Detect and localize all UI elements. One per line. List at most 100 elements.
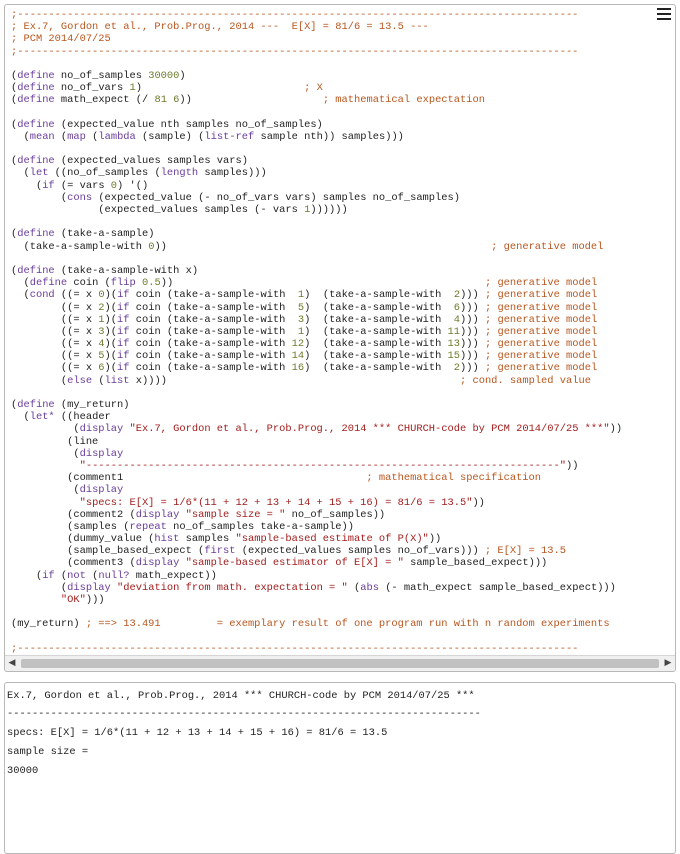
code-token: ( [11, 277, 30, 290]
code-keyword: if [117, 338, 130, 351]
code-token: math_expect (/ [54, 94, 155, 107]
code-keyword: cons [67, 191, 93, 204]
code-token: coin (take-a-sample-with [129, 350, 292, 363]
code-line: ; Ex.7, Gordon et al., Prob.Prog., 2014 … [11, 21, 622, 33]
code-token: )( [104, 338, 118, 351]
code-token: ))) [460, 362, 485, 375]
code-token: )( [104, 301, 118, 314]
code-token: (= vars [54, 179, 111, 192]
code-token: (sample) ( [135, 130, 205, 143]
code-keyword: first [204, 545, 236, 558]
code-line: (display "deviation from math. expectati… [11, 582, 622, 594]
code-number: 14 [291, 350, 305, 363]
code-number: 81 6 [154, 94, 180, 107]
code-token: (expected_value nth samples no_of_sample… [54, 118, 323, 131]
scroll-right-icon[interactable]: ▶ [663, 658, 673, 669]
code-token: ) '() [117, 179, 149, 192]
code-line: (define (expected_value nth samples no_o… [11, 119, 622, 131]
code-token: )) [160, 277, 485, 290]
code-number: 30000 [148, 69, 180, 82]
code-line: (samples (repeat no_of_samples take-a-sa… [11, 521, 622, 533]
code-line: (my_return) ; ==> 13.491 = exemplary res… [11, 618, 622, 630]
scrollbar-thumb[interactable] [21, 659, 659, 668]
code-comment: ; generative model [484, 313, 598, 326]
code-comment: ; X [304, 82, 323, 95]
code-token: ( [11, 130, 30, 143]
code-token: coin (take-a-sample-with [129, 301, 298, 314]
code-token: no_of_samples)) [285, 508, 386, 521]
code-line: (define coin (flip 0.5)) ; generative mo… [11, 277, 622, 289]
code-token: (line [11, 435, 99, 448]
code-token: ) [179, 69, 186, 82]
code-token: ( [11, 447, 80, 460]
code-keyword: map [67, 130, 86, 143]
code-token: (expected_values samples vars) [54, 155, 248, 168]
code-line: (cond ((= x 0)(if coin (take-a-sample-wi… [11, 289, 622, 301]
code-token: ((= x [54, 289, 99, 302]
code-keyword: repeat [129, 520, 167, 533]
code-token: math_expect)) [129, 569, 217, 582]
code-string: "---------------------------------------… [79, 459, 566, 472]
code-line: ((= x 4)(if coin (take-a-sample-with 12)… [11, 338, 622, 350]
code-keyword: if [42, 569, 55, 582]
code-string: "Ex.7, Gordon et al., Prob.Prog., 2014 *… [129, 423, 610, 436]
code-line: (comment2 (display "sample size = " no_o… [11, 509, 622, 521]
code-keyword: if [117, 289, 130, 302]
hamburger-menu-icon[interactable] [657, 8, 671, 20]
code-line: (comment1 ; mathematical specification [11, 472, 622, 484]
code-keyword: display [79, 484, 124, 497]
code-token: ) (take-a-sample-with [304, 289, 454, 302]
code-token: x)))) [129, 374, 460, 387]
code-token: ))) [460, 338, 485, 351]
code-number: 16 [291, 362, 305, 375]
code-token: samples [179, 533, 236, 546]
code-token: ))) [460, 301, 485, 314]
code-keyword: if [42, 179, 55, 192]
code-keyword: null? [98, 569, 130, 582]
code-token: ) (take-a-sample-with [304, 325, 448, 338]
code-keyword: define [17, 82, 55, 95]
code-token: )( [104, 362, 118, 375]
code-keyword: display [67, 581, 111, 594]
code-keyword: lambda [98, 130, 136, 143]
code-keyword: else [67, 374, 93, 387]
output-line-separator: ----------------------------------------… [7, 708, 481, 720]
code-token: no_of_samples [54, 69, 149, 82]
code-text[interactable]: ;---------------------------------------… [11, 9, 622, 655]
code-line: "OK"))) [11, 594, 622, 606]
code-keyword: display [79, 447, 124, 460]
code-line: (cons (expected_value (- no_of_vars vars… [11, 192, 622, 204]
code-keyword: cond [29, 289, 55, 302]
code-line: (dummy_value (hist samples "sample-based… [11, 533, 622, 545]
code-string: "sample size = " [185, 508, 286, 521]
code-keyword: if [117, 301, 130, 314]
code-token: ( [54, 569, 68, 582]
code-line: (let* ((header [11, 411, 622, 423]
code-editor[interactable]: ;---------------------------------------… [4, 4, 676, 672]
code-token: (expected_value (- no_of_vars vars) samp… [92, 191, 460, 204]
code-line: (display [11, 448, 622, 460]
code-number: 13 [447, 338, 461, 351]
code-keyword: list-ref [204, 130, 255, 143]
code-token: (sample_based_expect ( [11, 545, 205, 558]
code-keyword: abs [360, 581, 379, 594]
code-keyword: mean [29, 130, 55, 143]
code-keyword: define [29, 277, 68, 290]
code-keyword: let [29, 167, 49, 180]
scroll-left-icon[interactable]: ◀ [7, 658, 17, 669]
code-keyword: define [17, 228, 55, 241]
code-keyword: define [17, 264, 55, 277]
code-token: ((= x [11, 338, 99, 351]
code-token: ( [11, 167, 30, 180]
code-number: 0.5 [142, 277, 161, 290]
code-comment: ; generative model [491, 240, 604, 253]
horizontal-scrollbar[interactable]: ◀ ▶ [5, 655, 675, 671]
code-token: no_of_vars [54, 82, 130, 95]
code-line: ;---------------------------------------… [11, 9, 622, 21]
code-token: ) (take-a-sample-with [304, 338, 448, 351]
code-keyword: hist [154, 533, 180, 546]
code-keyword: list [104, 374, 130, 387]
code-line: (expected_values samples (- vars 1)))))) [11, 204, 622, 216]
